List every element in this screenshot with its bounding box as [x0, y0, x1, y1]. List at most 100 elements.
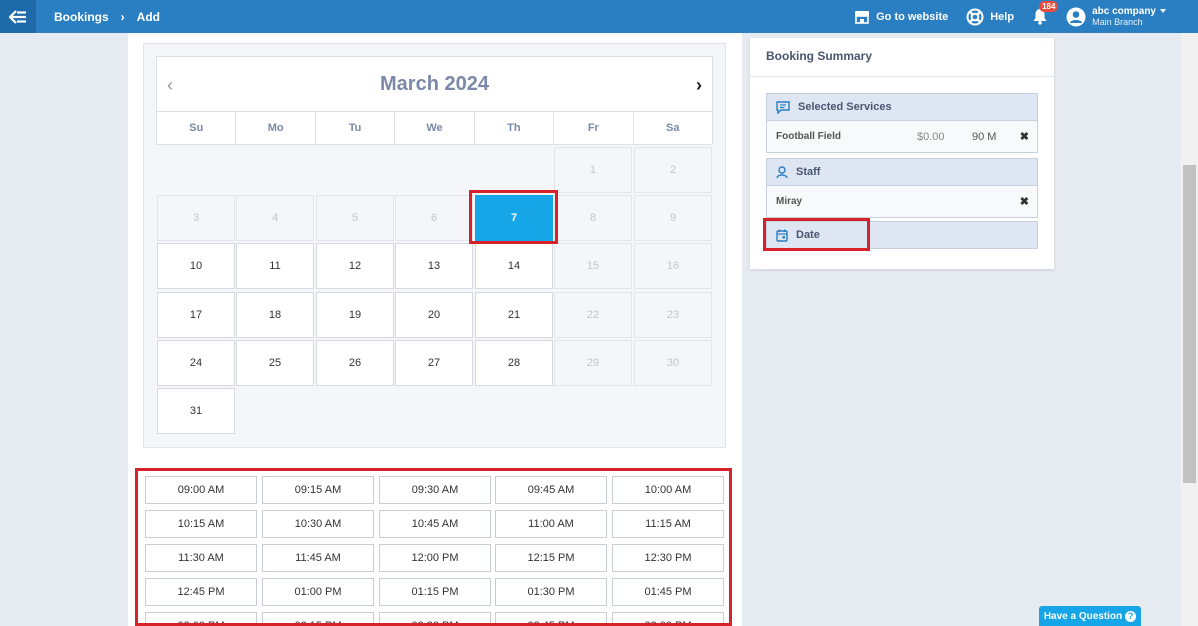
time-slot-button[interactable]: 11:30 AM — [145, 544, 257, 572]
time-slot-button[interactable]: 09:45 AM — [495, 476, 607, 504]
time-slot-button[interactable]: 02:30 PM — [379, 612, 491, 623]
time-slot-button[interactable]: 10:00 AM — [612, 476, 724, 504]
calendar-day: 6 — [395, 195, 473, 241]
time-slot-button[interactable]: 09:00 AM — [145, 476, 257, 504]
have-a-question-label: Have a Question — [1043, 610, 1123, 622]
calendar-day: 15 — [554, 243, 632, 289]
staff-header: Staff — [766, 158, 1038, 186]
time-slot-button[interactable]: 01:15 PM — [379, 578, 491, 606]
company-name: abc company — [1092, 5, 1156, 17]
weekday-label: Mo — [236, 112, 316, 144]
time-slot-button[interactable]: 02:45 PM — [495, 612, 607, 623]
calendar-day[interactable]: 17 — [157, 292, 235, 338]
go-to-website-link[interactable]: Go to website — [854, 10, 948, 24]
calendar-day[interactable]: 19 — [316, 292, 394, 338]
calendar-day: 16 — [634, 243, 712, 289]
weekday-label: Th — [475, 112, 555, 144]
calendar-day[interactable]: 13 — [395, 243, 473, 289]
date-header-highlight — [763, 218, 870, 251]
time-slot-button[interactable]: 11:15 AM — [612, 510, 724, 538]
have-a-question-button[interactable]: Have a Question ? — [1039, 606, 1141, 626]
menu-toggle-button[interactable] — [0, 0, 36, 33]
staff-label: Staff — [796, 166, 821, 178]
time-slot-button[interactable]: 10:15 AM — [145, 510, 257, 538]
calendar-day[interactable]: 26 — [316, 340, 394, 386]
time-slot-button[interactable]: 10:45 AM — [379, 510, 491, 538]
booking-summary-title: Booking Summary — [766, 49, 873, 63]
time-slot-button[interactable]: 09:15 AM — [262, 476, 374, 504]
time-slot-button[interactable]: 01:45 PM — [612, 578, 724, 606]
weekday-label: Fr — [554, 112, 634, 144]
time-slot-button[interactable]: 12:45 PM — [145, 578, 257, 606]
selected-services-label: Selected Services — [798, 101, 892, 113]
calendar-day[interactable]: 14 — [475, 243, 553, 289]
account-menu[interactable]: abc company Main Branch — [1066, 6, 1166, 28]
staff-name: Miray — [776, 196, 803, 207]
time-slot-button[interactable]: 09:30 AM — [379, 476, 491, 504]
calendar-day[interactable]: 25 — [236, 340, 314, 386]
calendar-month-title: March 2024 — [380, 73, 489, 95]
calendar-day[interactable]: 31 — [157, 388, 235, 434]
service-name: Football Field — [776, 131, 841, 142]
weekday-label: Sa — [666, 122, 680, 134]
weekday-label: We — [395, 112, 475, 144]
calendar-day: 2 — [634, 147, 712, 193]
time-slot-button[interactable]: 01:00 PM — [262, 578, 374, 606]
user-avatar-icon — [1066, 7, 1086, 26]
time-slot-button[interactable]: 12:00 PM — [379, 544, 491, 572]
user-icon — [776, 165, 788, 179]
breadcrumb: Bookings › Add — [54, 10, 160, 24]
menu-arrow-icon — [9, 9, 26, 24]
calendar-day: 9 — [634, 195, 712, 241]
chevron-right-icon: › — [120, 9, 125, 24]
time-slot-button[interactable]: 12:15 PM — [495, 544, 607, 572]
question-icon: ? — [1125, 610, 1137, 622]
selected-services-header: Selected Services — [766, 93, 1038, 121]
notifications-button[interactable]: 184 — [1032, 1, 1059, 25]
divider — [750, 76, 1054, 77]
remove-service-icon[interactable]: ✖ — [1020, 130, 1029, 143]
selected-service-row: Football Field $0.00 90 M ✖ — [766, 121, 1038, 153]
weekday-label: Tu — [316, 112, 396, 144]
help-link[interactable]: Help — [966, 8, 1014, 26]
caret-down-icon — [1160, 8, 1166, 13]
time-slot-button[interactable]: 11:45 AM — [262, 544, 374, 572]
branch-name: Main Branch — [1092, 16, 1143, 27]
weekday-label: Su — [157, 112, 237, 144]
calendar-day[interactable]: 20 — [395, 292, 473, 338]
calendar-day[interactable]: 24 — [157, 340, 235, 386]
breadcrumb-bookings[interactable]: Bookings — [54, 10, 109, 24]
calendar-day[interactable]: 10 — [157, 243, 235, 289]
storefront-icon — [854, 10, 870, 24]
calendar-day[interactable]: 12 — [316, 243, 394, 289]
time-slot-button[interactable]: 10:30 AM — [262, 510, 374, 538]
breadcrumb-add: Add — [136, 9, 160, 24]
scrollbar-thumb[interactable] — [1183, 165, 1196, 483]
calendar-day[interactable]: 27 — [395, 340, 473, 386]
chat-icon — [776, 100, 790, 114]
service-price: $0.00 — [917, 131, 945, 143]
calendar-day: 30 — [634, 340, 712, 386]
calendar-day[interactable]: 18 — [236, 292, 314, 338]
top-navigation-bar: Bookings › Add Go to website Help 184 ab… — [0, 0, 1198, 33]
time-slot-button[interactable]: 01:30 PM — [495, 578, 607, 606]
calendar-day[interactable]: 11 — [236, 243, 314, 289]
help-label: Help — [990, 10, 1015, 23]
calendar-day[interactable]: 21 — [475, 292, 553, 338]
time-slot-button[interactable]: 02:15 PM — [262, 612, 374, 623]
remove-staff-icon[interactable]: ✖ — [1020, 195, 1029, 208]
calendar-day: 8 — [554, 195, 632, 241]
time-slot-button[interactable]: 11:00 AM — [495, 510, 607, 538]
calendar-day: 3 — [157, 195, 235, 241]
notification-count-badge: 184 — [1039, 1, 1059, 12]
calendar-day[interactable]: 28 — [475, 340, 553, 386]
time-slot-button[interactable]: 12:30 PM — [612, 544, 724, 572]
selected-day-highlight — [469, 190, 558, 244]
time-slots-panel: 09:00 AM 09:15 AM 09:30 AM 09:45 AM 10:00 AM… — [135, 468, 732, 626]
service-duration: 90 M — [972, 131, 997, 143]
lifebuoy-icon — [966, 8, 984, 26]
next-month-button[interactable]: › — [696, 75, 702, 96]
time-slot-button[interactable]: 03:00 PM — [612, 612, 724, 623]
calendar-day: 4 — [236, 195, 314, 241]
time-slot-button[interactable]: 02:00 PM — [145, 612, 257, 623]
